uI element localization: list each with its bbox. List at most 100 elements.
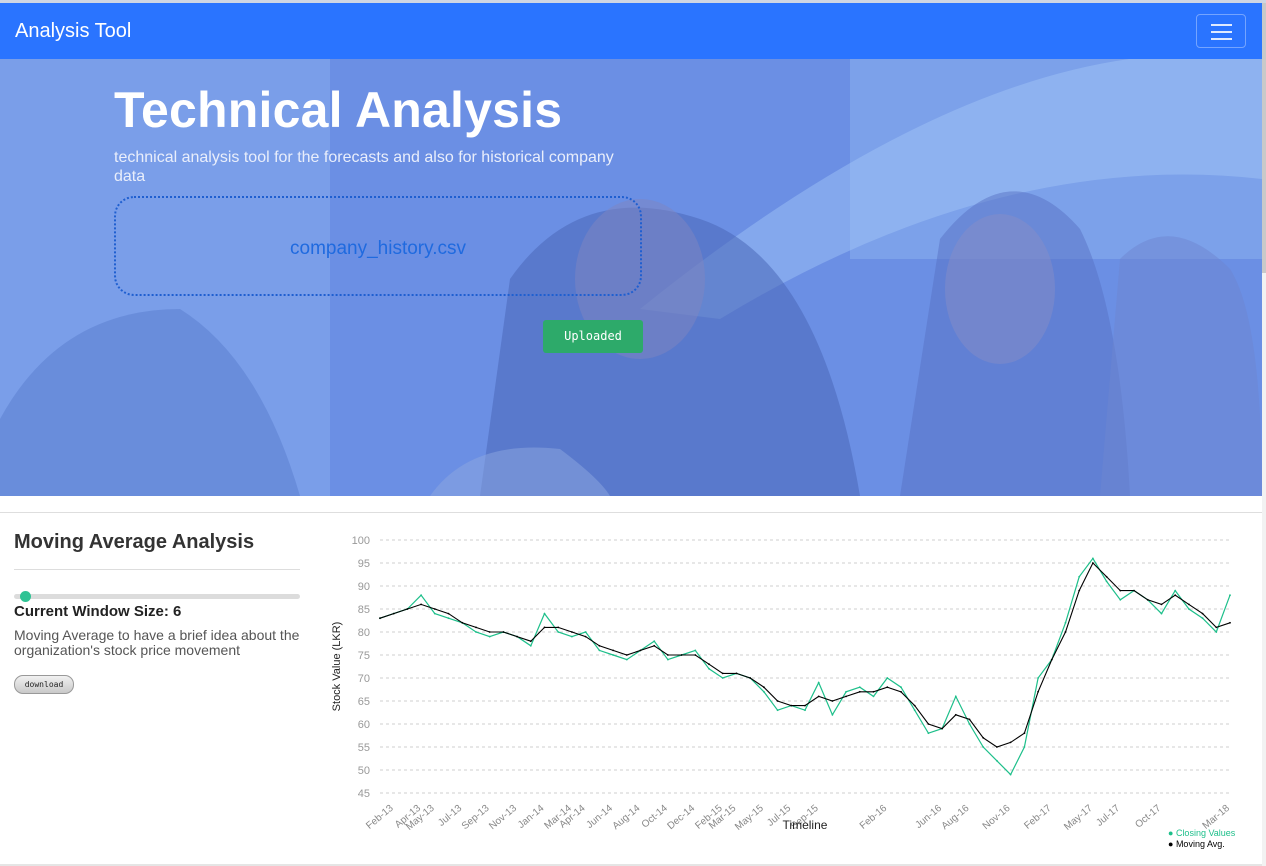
- page-scrollbar[interactable]: [1262, 3, 1266, 866]
- moving-average-description: Moving Average to have a brief idea abou…: [14, 627, 300, 658]
- x-tick-label: Oct-17: [1133, 803, 1163, 831]
- y-tick-label: 85: [358, 604, 370, 616]
- series-line-closing: [379, 557, 1231, 776]
- data-point-moving: [1009, 741, 1012, 744]
- data-point-closing: [954, 695, 957, 698]
- data-point-closing: [913, 709, 916, 712]
- data-point-moving: [708, 663, 710, 666]
- y-tick-label: 90: [358, 581, 370, 593]
- hamburger-line: [1211, 24, 1232, 26]
- y-tick-label: 80: [358, 627, 370, 639]
- page-title: Technical Analysis: [114, 82, 563, 138]
- data-point-moving: [502, 631, 505, 633]
- data-point-moving: [858, 690, 861, 693]
- data-point-moving: [804, 704, 806, 707]
- x-tick-label: May-15: [733, 803, 766, 833]
- data-point-moving: [447, 612, 450, 615]
- data-point-closing: [667, 658, 669, 661]
- y-tick-label: 65: [358, 696, 370, 708]
- x-tick-label: Aug-16: [940, 803, 972, 832]
- window-size-slider[interactable]: [14, 594, 300, 599]
- y-tick-label: 70: [358, 673, 370, 685]
- y-tick-label: 55: [358, 742, 370, 754]
- data-point-moving: [529, 640, 532, 643]
- x-tick-label: Feb-13: [364, 803, 396, 832]
- hero-subtitle: technical analysis tool for the forecast…: [114, 149, 614, 185]
- data-point-moving: [612, 649, 614, 652]
- data-point-closing: [1174, 589, 1177, 592]
- data-point-moving: [1188, 603, 1190, 606]
- data-point-moving: [1133, 589, 1135, 592]
- data-point-moving: [667, 654, 669, 656]
- data-point-moving: [1078, 589, 1081, 592]
- data-point-moving: [1229, 621, 1231, 624]
- data-point-moving: [571, 631, 573, 633]
- data-point-moving: [1215, 626, 1218, 629]
- scrollbar-thumb[interactable]: [1262, 3, 1266, 273]
- data-point-moving: [406, 608, 409, 610]
- window-size-slider-handle[interactable]: [20, 591, 31, 602]
- hamburger-icon[interactable]: [1196, 14, 1246, 48]
- data-point-moving: [598, 644, 601, 647]
- chart-legend: ● Closing Values ● Moving Avg.: [1168, 828, 1235, 850]
- data-point-moving: [721, 672, 724, 675]
- data-point-closing: [1215, 631, 1218, 633]
- uploaded-filename: company_history.csv: [290, 238, 466, 259]
- y-tick-label: 75: [358, 650, 370, 662]
- data-point-closing: [543, 612, 546, 615]
- data-point-moving: [420, 603, 422, 606]
- uploaded-button[interactable]: Uploaded: [543, 320, 643, 353]
- data-point-moving: [941, 727, 943, 730]
- data-point-moving: [557, 626, 560, 629]
- x-tick-label: Feb-16: [858, 803, 890, 832]
- data-point-closing: [571, 635, 573, 638]
- navbar-brand[interactable]: Analysis Tool: [15, 20, 131, 43]
- x-tick-label: Jul-17: [1094, 803, 1122, 829]
- moving-average-chart: 45 50 55 60 65 70 75 80 85 90 95 100 Feb-13 Apr-13 May…: [320, 520, 1255, 860]
- data-point-closing: [475, 631, 477, 633]
- x-tick-label: Feb-17: [1022, 803, 1054, 832]
- data-point-closing: [433, 612, 436, 615]
- data-point-closing: [886, 677, 889, 679]
- data-point-closing: [1105, 580, 1108, 583]
- data-point-closing: [584, 631, 587, 633]
- data-point-moving: [954, 713, 957, 716]
- download-button[interactable]: download: [14, 675, 74, 694]
- y-tick-label: 45: [358, 788, 370, 800]
- data-point-moving: [872, 690, 875, 693]
- data-point-moving: [982, 736, 985, 739]
- data-point-moving: [584, 635, 587, 638]
- y-tick-label: 100: [352, 535, 370, 547]
- data-point-closing: [557, 631, 560, 633]
- data-point-moving: [1146, 598, 1149, 601]
- data-point-closing: [694, 649, 697, 652]
- x-tick-label: Nov-13: [487, 803, 519, 832]
- data-point-moving: [680, 654, 683, 656]
- legend-item-closing: ● Closing Values: [1168, 828, 1236, 838]
- data-point-closing: [817, 681, 820, 684]
- data-point-closing: [858, 686, 861, 689]
- data-point-closing: [845, 690, 847, 693]
- x-tick-label: Aug-14: [611, 803, 643, 832]
- data-point-moving: [461, 621, 464, 624]
- data-point-closing: [488, 635, 491, 638]
- data-point-moving: [1174, 594, 1177, 597]
- data-point-moving: [653, 644, 656, 647]
- data-point-closing: [1064, 621, 1067, 624]
- data-point-closing: [996, 759, 998, 762]
- data-point-moving: [1160, 603, 1163, 606]
- data-point-moving: [1105, 575, 1108, 578]
- data-point-moving: [1050, 658, 1053, 661]
- data-point-closing: [1229, 594, 1231, 597]
- data-point-closing: [1023, 746, 1026, 748]
- data-point-closing: [763, 690, 765, 693]
- hero-banner: Technical Analysis technical analysis to…: [0, 59, 1262, 496]
- moving-average-title: Moving Average Analysis: [14, 531, 255, 553]
- data-point-closing: [1119, 598, 1122, 601]
- data-point-closing: [708, 667, 710, 670]
- data-point-closing: [447, 617, 450, 620]
- x-tick-label: Sep-13: [460, 803, 492, 832]
- data-point-moving: [886, 686, 889, 689]
- file-dropzone[interactable]: company_history.csv: [114, 196, 642, 296]
- x-tick-label: Nov-16: [981, 803, 1013, 832]
